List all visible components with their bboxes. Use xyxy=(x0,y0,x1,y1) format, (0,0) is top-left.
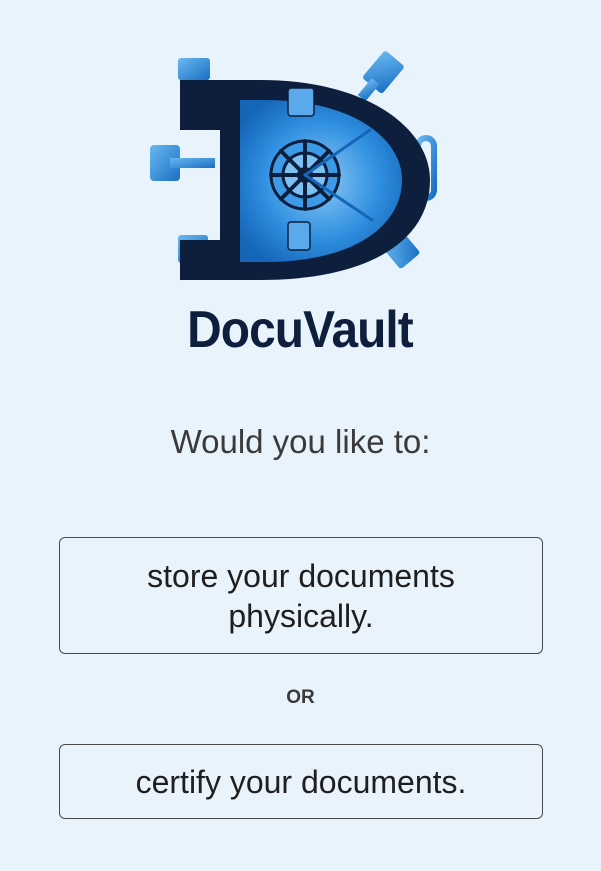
logo: DocuVault xyxy=(140,30,460,360)
brand-wordmark: DocuVault xyxy=(187,301,414,359)
store-physically-button[interactable]: store your documents physically. xyxy=(59,537,543,654)
or-separator: OR xyxy=(286,687,315,708)
page-question: Would you like to: xyxy=(170,423,431,460)
certify-documents-button[interactable]: certify your documents. xyxy=(59,744,543,819)
vault-door-icon xyxy=(150,51,437,280)
